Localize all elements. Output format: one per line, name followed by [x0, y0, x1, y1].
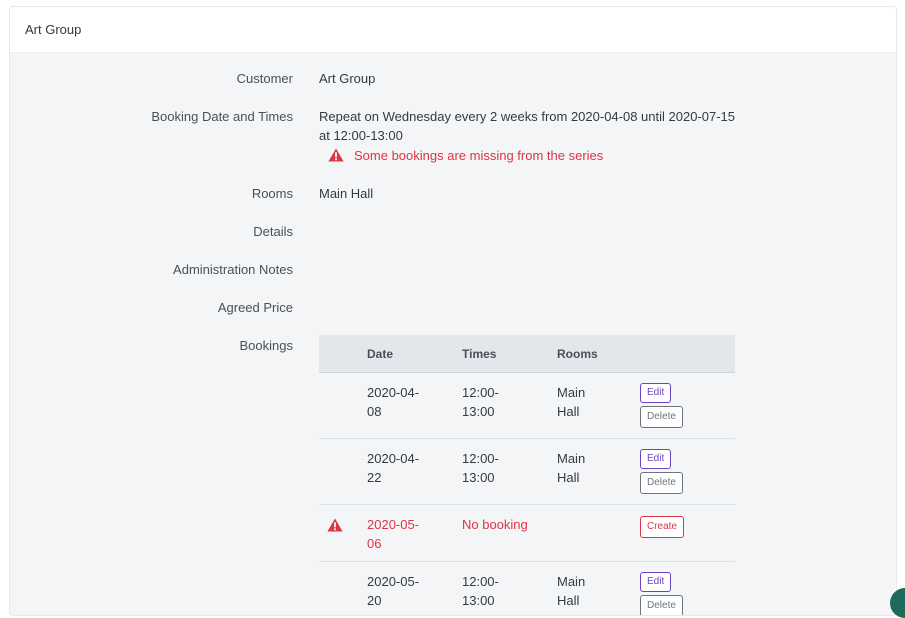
- booking-date: 2020-04- 08: [367, 385, 420, 419]
- create-booking-button[interactable]: Create: [640, 516, 685, 538]
- booking-room: Main Hall: [557, 451, 586, 485]
- page-title: Art Group: [25, 22, 82, 37]
- details-label: Details: [253, 224, 293, 239]
- admin-notes-label: Administration Notes: [173, 262, 293, 277]
- booking-date: 2020-05- 06: [367, 517, 420, 551]
- delete-booking-button[interactable]: Delete: [640, 472, 683, 494]
- card-header: Art Group: [10, 7, 896, 53]
- booking-times-label: Booking Date and Times: [151, 109, 293, 124]
- delete-booking-button[interactable]: Delete: [640, 595, 683, 615]
- customer-value: Art Group: [319, 71, 376, 86]
- bookings-label: Bookings: [239, 338, 293, 353]
- table-row: 2020-05- 20 12:00- 13:00 Main Hall Edit Del…: [319, 562, 735, 615]
- booking-room: Main Hall: [557, 574, 586, 608]
- booking-date: 2020-04- 22: [367, 451, 420, 485]
- booking-time: 12:00- 13:00: [462, 385, 499, 419]
- missing-bookings-warning-text: Some bookings are missing from the serie…: [354, 148, 604, 163]
- column-header-date: Date: [367, 347, 394, 361]
- bookings-table-header: Date Times Rooms: [319, 335, 735, 373]
- no-booking-status: No booking: [462, 517, 528, 532]
- column-header-times: Times: [462, 347, 497, 361]
- booking-times-value-line1: Repeat on Wednesday every 2 weeks from 2…: [319, 109, 736, 124]
- customer-label: Customer: [236, 71, 293, 86]
- rooms-label: Rooms: [251, 186, 293, 201]
- edit-booking-button[interactable]: Edit: [640, 383, 672, 403]
- missing-bookings-warning: Some bookings are missing from the serie…: [328, 148, 603, 163]
- booking-time: 12:00- 13:00: [462, 451, 499, 485]
- table-row: 2020-04- 08 12:00- 13:00 Main Hall Edit Del…: [319, 373, 735, 439]
- edit-booking-button[interactable]: Edit: [640, 449, 672, 469]
- table-row-missing: 2020-05- 06 No booking Create: [319, 505, 735, 562]
- rooms-value: Main Hall: [319, 186, 374, 201]
- warning-triangle-icon: [327, 518, 343, 532]
- booking-times-value-line2: at 12:00-13:00: [319, 128, 403, 143]
- booking-card: Art Group Customer Art Group Booking Dat…: [9, 6, 897, 616]
- warning-triangle-icon: [328, 148, 344, 162]
- agreed-price-label: Agreed Price: [217, 300, 293, 315]
- booking-time: 12:00- 13:00: [462, 574, 499, 608]
- column-header-rooms: Rooms: [557, 347, 598, 361]
- delete-booking-button[interactable]: Delete: [640, 406, 683, 428]
- table-row: 2020-04- 22 12:00- 13:00 Main Hall Edit Del…: [319, 439, 735, 505]
- booking-room: Main Hall: [557, 385, 586, 419]
- booking-date: 2020-05- 20: [367, 574, 420, 608]
- edit-booking-button[interactable]: Edit: [640, 572, 672, 592]
